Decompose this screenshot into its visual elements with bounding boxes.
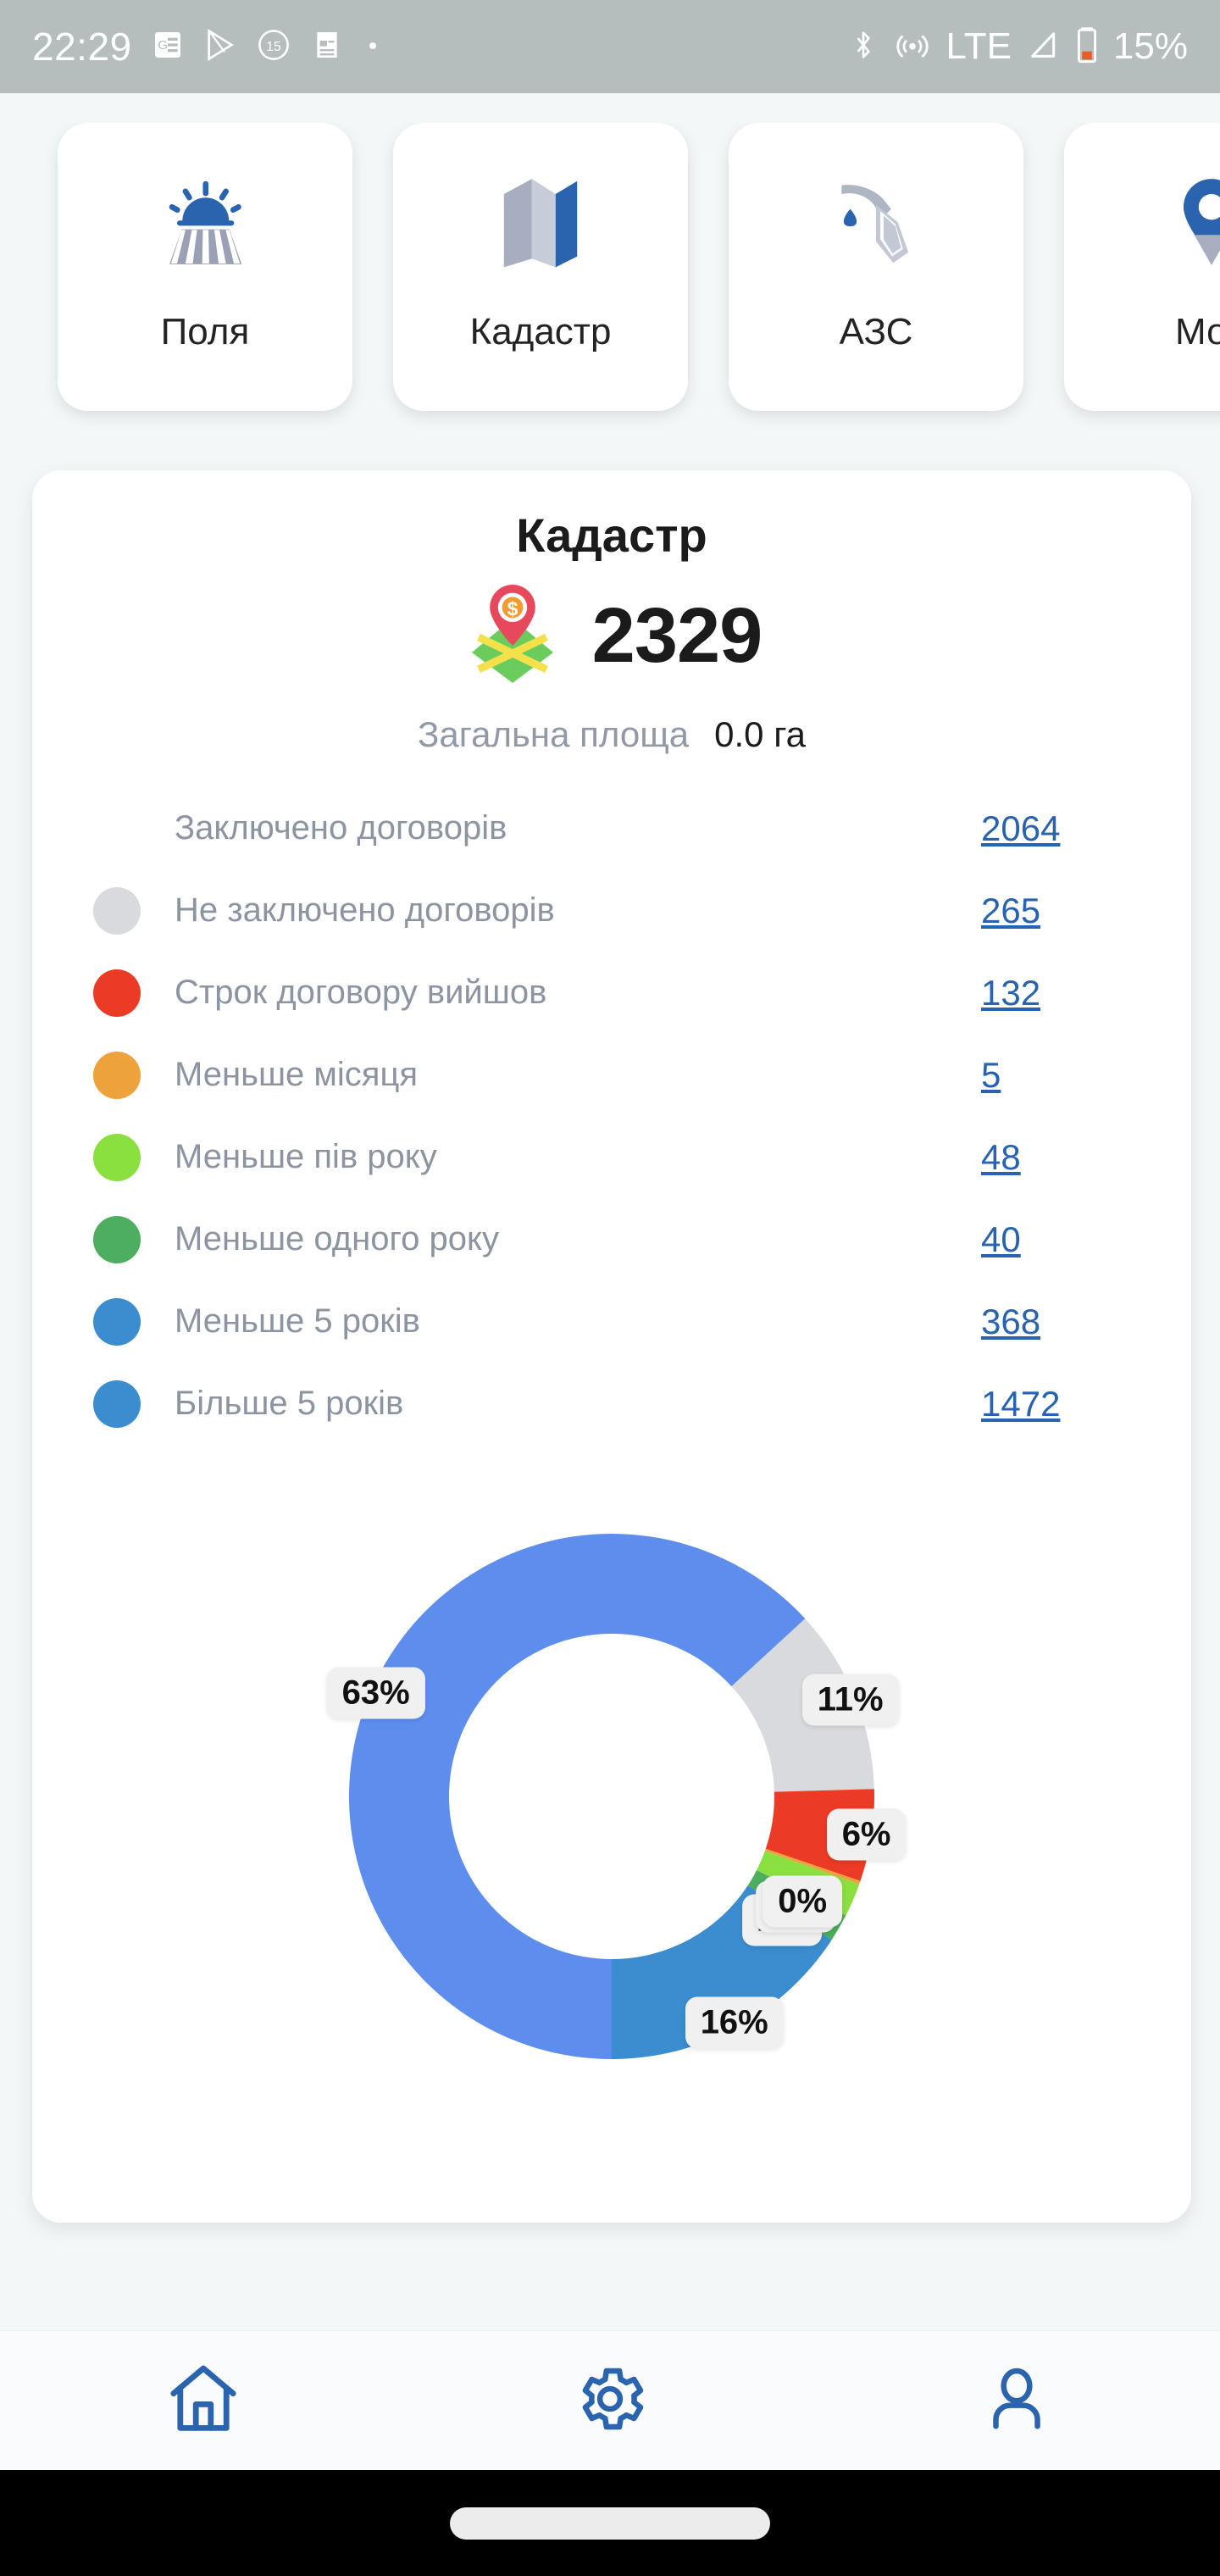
legend-value-link[interactable]: 48 — [981, 1137, 1125, 1178]
total-area-value: 0.0 га — [714, 714, 806, 754]
legend-color-dot — [93, 1133, 141, 1181]
status-bar-right: LTE 15% — [847, 25, 1188, 69]
legend-value-wrap: 368 — [964, 1302, 1125, 1342]
nav-profile[interactable] — [813, 2360, 1220, 2442]
legend-color-dot — [93, 969, 141, 1017]
legend-value-link[interactable]: 265 — [981, 891, 1125, 931]
legend-value-wrap: 132 — [964, 973, 1125, 1013]
legend-color-dot — [93, 1380, 141, 1428]
legend-list: Заключено договорів 2064 Не заключено до… — [32, 787, 1191, 1445]
contracts-donut-chart: 63%11%6%0%2%2%16% — [230, 1462, 993, 2165]
legend-value-link[interactable]: 40 — [981, 1219, 1125, 1260]
legend-label: Меньше 5 років — [175, 1302, 420, 1340]
signal-icon — [1027, 26, 1061, 68]
quick-card-kadastr[interactable]: Кадастр — [393, 123, 688, 411]
total-count-value: 2329 — [591, 592, 763, 679]
bottom-navigation-bar[interactable] — [0, 2330, 1220, 2470]
legend-label: Заключено договорів — [175, 809, 507, 847]
quick-card-label: Поля — [160, 311, 250, 353]
total-area-row: Загальна площа 0.0 га — [32, 714, 1191, 755]
legend-label: Меньше місяця — [175, 1056, 419, 1093]
legend-value-link[interactable]: 132 — [981, 973, 1125, 1013]
battery-percent-label: 15% — [1112, 25, 1188, 67]
field-sunrise-icon — [150, 167, 260, 277]
gesture-navigation-bar — [0, 2470, 1220, 2576]
legend-row[interactable]: Меньше одного року 40 — [93, 1198, 1125, 1280]
quick-card-monitoring[interactable]: Мон — [1064, 123, 1220, 411]
legend-row[interactable]: Меньше пів року 48 — [93, 1116, 1125, 1198]
legend-value-wrap: 40 — [964, 1219, 1125, 1260]
timer-15-icon: 15 — [256, 27, 291, 67]
legend-row[interactable]: Заключено договорів 2064 — [93, 787, 1125, 869]
page-title: Кадастр — [516, 508, 707, 562]
status-bar: 22:29 G 15 LTE 15% — [0, 0, 1220, 93]
legend-label: Більше 5 років — [175, 1385, 404, 1422]
legend-value-wrap: 1472 — [964, 1384, 1125, 1424]
legend-value-wrap: 2064 — [964, 808, 1125, 849]
map-parcel-money-pin-icon: $ — [462, 581, 563, 691]
dot-icon — [363, 35, 383, 59]
status-time: 22:29 — [32, 25, 132, 69]
network-type-label: LTE — [946, 25, 1012, 67]
svg-text:$: $ — [507, 597, 518, 619]
legend-value-link[interactable]: 5 — [981, 1055, 1125, 1096]
svg-text:15: 15 — [266, 40, 281, 54]
svg-text:G: G — [158, 38, 168, 53]
legend-row[interactable]: Строк договору вийшов 132 — [93, 952, 1125, 1034]
folded-map-icon — [485, 167, 596, 277]
donut-percent-label: 0% — [762, 1875, 843, 1928]
google-news-icon: G — [151, 28, 185, 66]
person-icon — [978, 2360, 1056, 2442]
legend-value-link[interactable]: 368 — [981, 1302, 1125, 1342]
legend-value-wrap: 5 — [964, 1055, 1125, 1096]
donut-svg — [349, 1534, 874, 2059]
legend-row[interactable]: Не заключено договорів 265 — [93, 869, 1125, 952]
legend-label: Строк договору вийшов — [175, 974, 547, 1011]
battery-icon — [1076, 25, 1098, 69]
notes-icon — [310, 28, 344, 66]
donut-percent-label: 16% — [685, 1996, 784, 2049]
total-count-row: $ 2329 — [32, 581, 1191, 691]
donut-percent-label: 6% — [826, 1808, 907, 1861]
app-screen: 22:29 G 15 LTE 15% Поля Кадастр АЗС Мо К… — [0, 0, 1220, 2576]
status-bar-left: 22:29 G 15 — [32, 24, 383, 69]
legend-color-dot — [93, 1215, 141, 1263]
legend-label: Меньше пів року — [175, 1138, 437, 1175]
quick-card-label: Кадастр — [469, 311, 612, 353]
legend-label: Меньше одного року — [175, 1220, 499, 1257]
total-area-label: Загальна площа — [418, 714, 690, 754]
gear-icon — [571, 2360, 649, 2442]
map-pin-monitoring-icon — [1156, 167, 1220, 277]
home-icon — [163, 2358, 244, 2444]
legend-row[interactable]: Меньше 5 років 368 — [93, 1280, 1125, 1363]
fuel-pump-icon — [821, 167, 931, 277]
legend-label: Не заключено договорів — [175, 891, 555, 929]
quick-card-azs[interactable]: АЗС — [729, 123, 1023, 411]
gesture-pill[interactable] — [450, 2507, 770, 2540]
legend-color-dot — [93, 886, 141, 935]
quick-card-label: Мон — [1175, 311, 1220, 353]
kadastr-summary-card: Кадастр $ 2329 Загальна площа 0.0 га Зак… — [32, 470, 1191, 2223]
legend-value-wrap: 265 — [964, 891, 1125, 931]
bluetooth-icon — [847, 26, 879, 68]
donut-percent-label: 63% — [326, 1667, 425, 1719]
nfc-icon — [895, 26, 930, 68]
legend-value-link[interactable]: 2064 — [981, 808, 1125, 849]
legend-color-dot — [93, 1051, 141, 1099]
legend-row[interactable]: Більше 5 років 1472 — [93, 1363, 1125, 1445]
play-store-icon — [203, 28, 237, 66]
quick-actions-row[interactable]: Поля Кадастр АЗС Мо — [0, 123, 1220, 436]
legend-row[interactable]: Меньше місяця 5 — [93, 1034, 1125, 1116]
quick-card-label: АЗС — [839, 311, 913, 353]
donut-percent-label: 11% — [801, 1674, 899, 1726]
legend-value-wrap: 48 — [964, 1137, 1125, 1178]
legend-color-dot — [93, 805, 141, 852]
nav-settings[interactable] — [407, 2360, 813, 2442]
legend-color-dot — [93, 1297, 141, 1346]
legend-value-link[interactable]: 1472 — [981, 1384, 1125, 1424]
quick-card-polya[interactable]: Поля — [58, 123, 352, 411]
nav-home[interactable] — [0, 2358, 407, 2444]
